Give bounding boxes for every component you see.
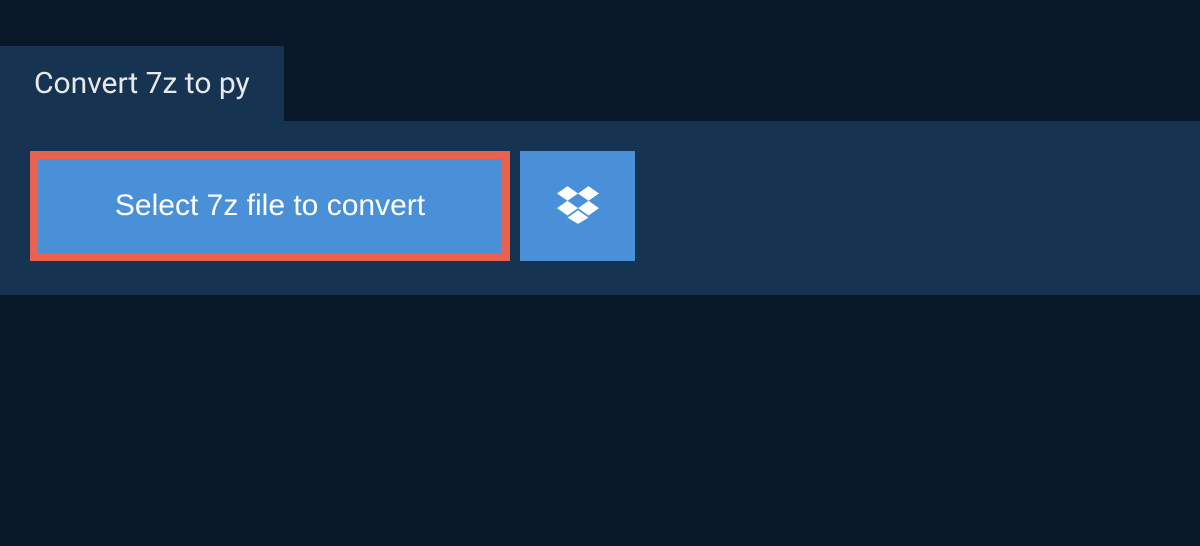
button-row: Select 7z file to convert [30, 151, 1170, 261]
tab-convert[interactable]: Convert 7z to py [0, 46, 284, 121]
dropbox-button[interactable] [520, 151, 635, 261]
select-file-button[interactable]: Select 7z file to convert [30, 151, 510, 261]
tab-label: Convert 7z to py [34, 66, 250, 101]
dropbox-icon [557, 186, 599, 227]
select-file-button-label: Select 7z file to convert [115, 189, 425, 223]
convert-panel: Select 7z file to convert [0, 121, 1200, 295]
